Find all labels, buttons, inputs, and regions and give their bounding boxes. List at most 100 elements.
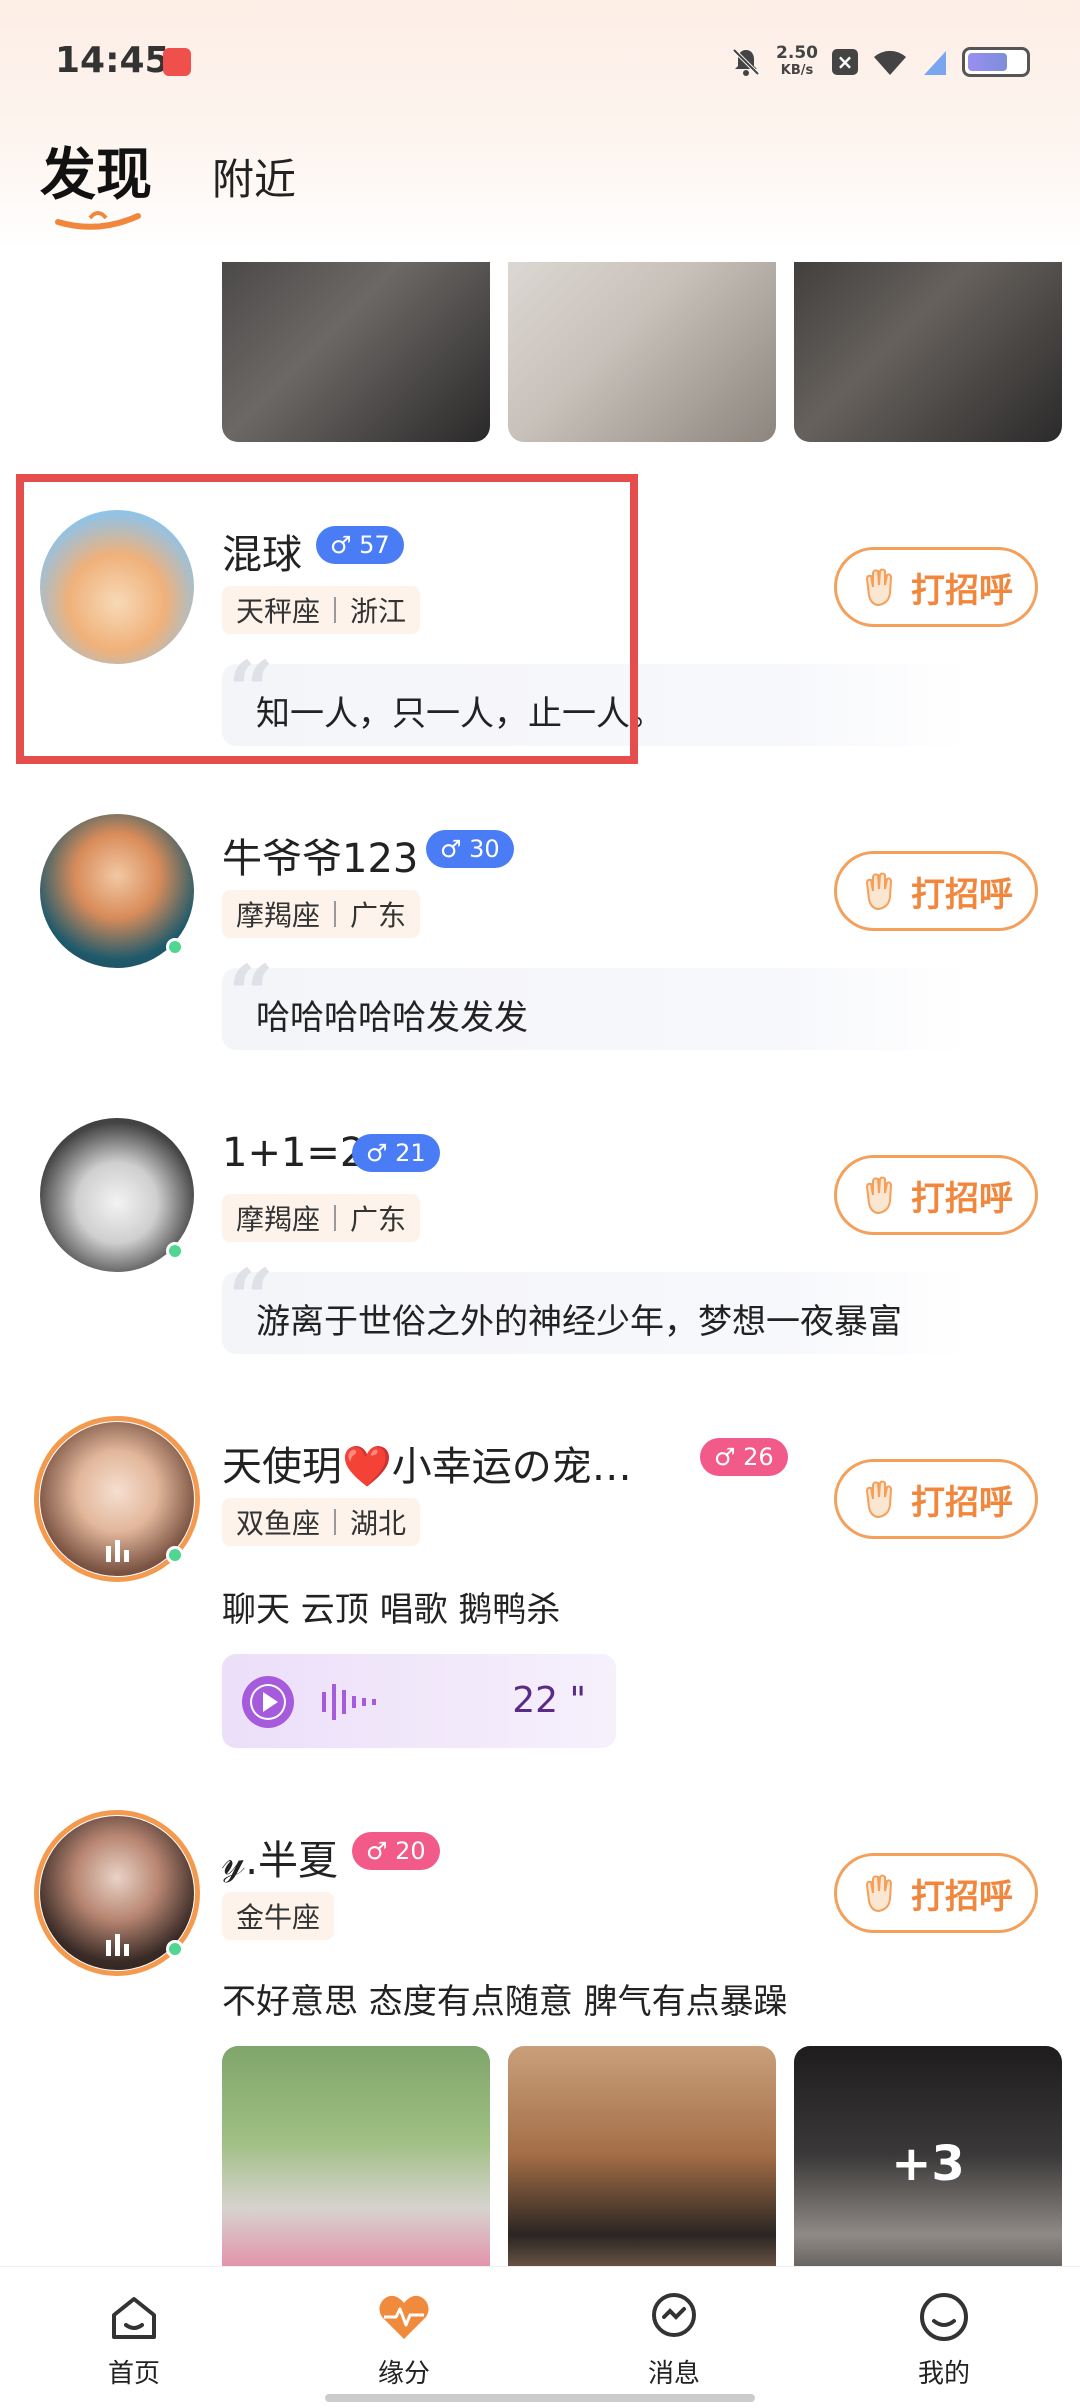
greet-label: 打招呼 [911, 1876, 1013, 1917]
constellation-tag: 金牛座 [236, 1901, 321, 1934]
nav-home[interactable]: 首页 [64, 2287, 204, 2390]
battery-level [968, 53, 1008, 71]
tag-divider [334, 901, 337, 927]
voice-duration: 22 " [512, 1680, 586, 1721]
nav-profile-label: 我的 [917, 2359, 970, 2389]
age-value: 21 [395, 1139, 426, 1167]
region-tag: 湖北 [350, 1507, 407, 1540]
gender-age-badge: ♂ 30 [426, 830, 514, 868]
gender-symbol: ♂ [366, 1139, 388, 1167]
tab-discover[interactable]: 发现 [40, 130, 152, 230]
greet-button[interactable]: 打招呼 [834, 547, 1038, 627]
voice-message[interactable]: 22 " [222, 1654, 616, 1748]
tag-divider [334, 1205, 337, 1231]
greet-button[interactable]: 打招呼 [834, 1459, 1038, 1539]
home-icon [112, 2297, 156, 2339]
online-indicator [166, 1242, 184, 1260]
signature-box: “ 哈哈哈哈哈发发发 [222, 954, 972, 1050]
nav-fate-label: 缘分 [377, 2359, 430, 2389]
greet-label: 打招呼 [911, 874, 1013, 915]
user-tags: 摩羯座 广东 [222, 890, 421, 938]
signature-text: 游离于世俗之外的神经少年，梦想一夜暴富 [256, 1302, 902, 1342]
gender-symbol: ♂ [714, 1443, 736, 1471]
photo-strip-top [222, 262, 1064, 442]
wave-hand-icon [865, 872, 893, 911]
user-tags: 双鱼座 湖北 [222, 1498, 421, 1546]
net-speed-value: 2.50 [776, 43, 818, 63]
gender-age-badge: ♂ 20 [352, 1832, 440, 1870]
highlight-box [16, 474, 638, 764]
battery-icon [962, 47, 1030, 77]
user-tags: 金牛座 [222, 1892, 335, 1940]
wave-hand-icon [865, 1480, 893, 1519]
net-speed-unit: KB/s [780, 63, 814, 78]
constellation-tag: 摩羯座 [236, 899, 321, 932]
gender-symbol: ♂ [366, 1837, 388, 1865]
tab-discover-label: 发现 [40, 143, 152, 208]
nav-home-label: 首页 [107, 2359, 160, 2389]
user-tags: 摩羯座 广东 [222, 1194, 421, 1242]
net-speed: 2.50 KB/s [776, 44, 818, 80]
greet-label: 打招呼 [911, 570, 1013, 611]
region-tag: 广东 [350, 1203, 407, 1236]
tab-active-indicator [55, 211, 141, 230]
online-indicator [166, 1546, 184, 1564]
heart-pulse-icon [379, 2295, 429, 2339]
close-box-icon: × [832, 49, 858, 75]
wave-hand-icon [865, 1874, 893, 1913]
user-name: 牛爷爷123 [222, 836, 419, 882]
user-name: 1+1=2 [222, 1130, 366, 1176]
bio-text: 不好意思 态度有点随意 脾气有点暴躁 [222, 1982, 788, 2022]
online-indicator [166, 938, 184, 956]
constellation-tag: 双鱼座 [236, 1507, 321, 1540]
message-icon [652, 2293, 696, 2337]
bottom-navigation: 首页 缘分 消息 我的 [0, 2266, 1080, 2408]
audio-bars-icon [106, 1540, 129, 1562]
signature-box: “ 游离于世俗之外的神经少年，梦想一夜暴富 [222, 1258, 972, 1354]
signature-text: 哈哈哈哈哈发发发 [256, 998, 528, 1038]
user-name: 𝓎.半夏 [222, 1838, 338, 1884]
photo[interactable] [508, 262, 776, 442]
online-indicator [166, 1940, 184, 1958]
photo[interactable] [222, 2046, 490, 2266]
wave-hand-icon [865, 1176, 893, 1215]
app-notification-icon [163, 48, 191, 76]
mute-bell-icon [732, 48, 760, 76]
wifi-icon [874, 50, 906, 75]
audio-bars-icon [106, 1934, 129, 1956]
photo[interactable]: +3 [794, 2046, 1062, 2266]
home-indicator[interactable] [325, 2394, 755, 2402]
age-value: 30 [469, 835, 500, 863]
greet-label: 打招呼 [911, 1178, 1013, 1219]
tag-divider [334, 1509, 337, 1535]
gender-age-badge: ♂ 26 [700, 1438, 788, 1476]
photo[interactable] [222, 262, 490, 442]
greet-button[interactable]: 打招呼 [834, 1155, 1038, 1235]
greet-label: 打招呼 [911, 1482, 1013, 1523]
photo-strip: +3 [222, 2046, 1064, 2266]
greet-button[interactable]: 打招呼 [834, 1853, 1038, 1933]
voice-wave-icon [322, 1684, 376, 1720]
profile-icon [920, 2293, 968, 2341]
top-tabs: 发现 附近 [40, 130, 296, 230]
play-icon[interactable] [242, 1676, 294, 1728]
age-value: 26 [743, 1443, 774, 1471]
user-name: 天使玥❤️小幸运の宠… [222, 1444, 632, 1490]
status-bar: 14:45 2.50 KB/s × [0, 0, 1080, 125]
photo[interactable] [794, 262, 1062, 442]
gender-symbol: ♂ [440, 835, 462, 863]
tab-nearby[interactable]: 附近 [212, 146, 296, 211]
nav-profile[interactable]: 我的 [874, 2287, 1014, 2390]
greet-button[interactable]: 打招呼 [834, 851, 1038, 931]
gender-age-badge: ♂ 21 [352, 1134, 440, 1172]
status-time: 14:45 [55, 40, 170, 81]
age-value: 20 [395, 1837, 426, 1865]
photo[interactable] [508, 2046, 776, 2266]
wave-hand-icon [865, 568, 893, 607]
nav-fate[interactable]: 缘分 [334, 2287, 474, 2390]
interests-text: 聊天 云顶 唱歌 鹅鸭杀 [222, 1590, 561, 1630]
signal-icon [924, 51, 946, 75]
more-photos-count: +3 [891, 2136, 965, 2192]
nav-messages[interactable]: 消息 [604, 2287, 744, 2390]
region-tag: 广东 [350, 899, 407, 932]
